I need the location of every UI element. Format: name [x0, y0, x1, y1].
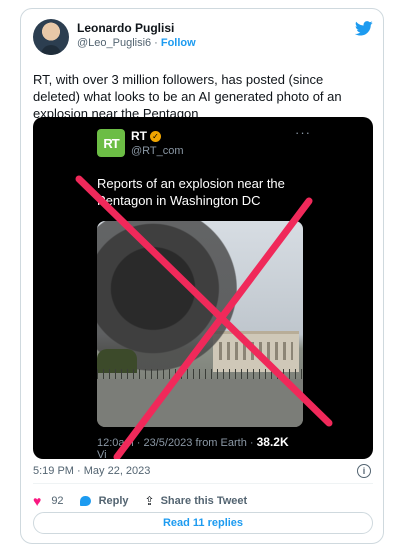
divider: [33, 483, 373, 484]
tweet-media[interactable]: RT RT ✓ @RT_com ··· Reports of an explosi…: [33, 117, 373, 459]
heart-icon: ♥: [33, 493, 42, 509]
action-bar: ♥ 92 Reply ⇪ Share this Tweet: [33, 493, 263, 509]
tweet-timestamp[interactable]: 5:19 PM · May 22, 2023: [33, 465, 150, 477]
cross-stroke-1: [75, 175, 333, 427]
like-count: 92: [51, 495, 64, 507]
tweet-card: Leonardo Puglisi @Leo_Puglisi6 · Follow RT…: [20, 8, 384, 544]
red-cross-mark: [75, 175, 333, 459]
author-avatar[interactable]: [33, 19, 69, 55]
info-icon[interactable]: i: [357, 464, 371, 478]
share-icon: ⇪: [144, 494, 155, 508]
reply-button[interactable]: Reply: [79, 495, 129, 507]
read-replies-button[interactable]: Read 11 replies: [33, 512, 373, 534]
author-handle[interactable]: @Leo_Puglisi6: [77, 37, 151, 49]
tweet-text: RT, with over 3 million followers, has p…: [33, 72, 342, 121]
author-name[interactable]: Leonardo Puglisi: [77, 21, 174, 35]
follow-button[interactable]: Follow: [161, 37, 196, 49]
share-label: Share this Tweet: [160, 495, 248, 507]
twitter-bird-icon[interactable]: [355, 21, 373, 36]
author-handle-row: @Leo_Puglisi6 · Follow: [77, 37, 196, 49]
separator-dot: ·: [154, 37, 158, 49]
like-button[interactable]: ♥ 92: [33, 493, 64, 509]
reply-bubble-icon: [79, 496, 91, 506]
share-button[interactable]: ⇪ Share this Tweet: [145, 494, 248, 508]
reply-label: Reply: [98, 495, 129, 507]
